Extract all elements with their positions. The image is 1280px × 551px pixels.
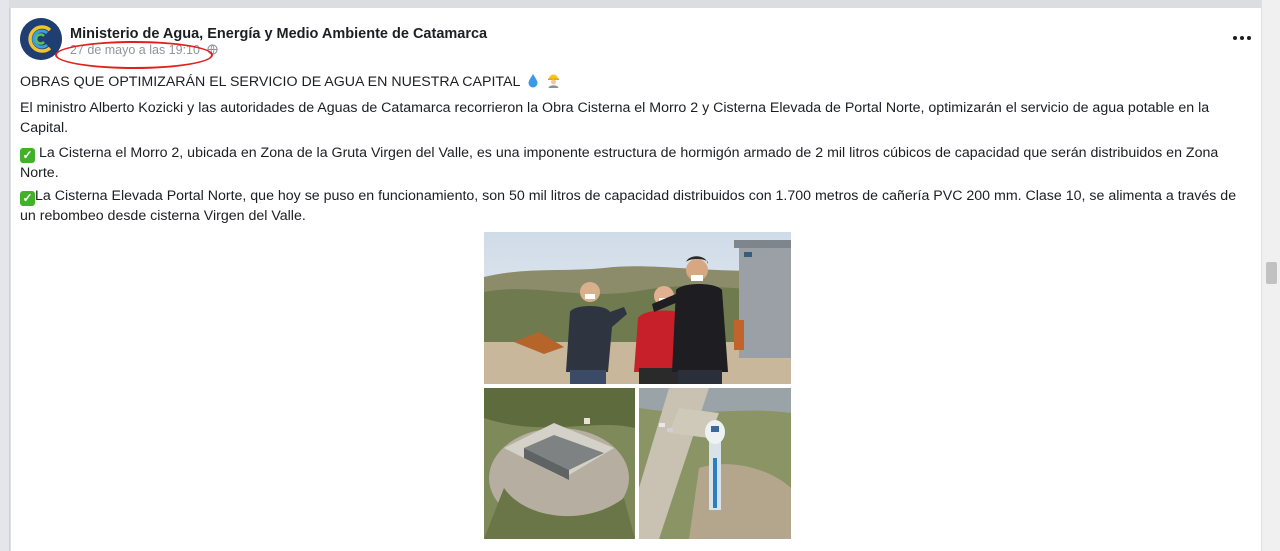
facebook-post-card: Ministerio de Agua, Energía y Medio Ambi… xyxy=(10,8,1262,551)
post-paragraph-2: ✓ La Cisterna el Morro 2, ubicada en Zon… xyxy=(20,143,1245,183)
post-photo-main[interactable] xyxy=(484,232,791,384)
post-paragraph-1: El ministro Alberto Kozicki y las autori… xyxy=(20,100,1210,136)
post-headline: OBRAS QUE OPTIMIZARÁN EL SERVICIO DE AGU… xyxy=(20,72,1245,94)
red-circle-annotation xyxy=(55,41,213,69)
paragraph-3-text: La Cisterna Elevada Portal Norte, que ho… xyxy=(20,188,1237,224)
scrollbar-thumb[interactable] xyxy=(1266,262,1277,284)
more-options-icon xyxy=(1233,36,1237,40)
check-mark-icon: ✓ xyxy=(20,148,35,163)
top-separator xyxy=(9,0,1261,8)
post-paragraph-3: ✓ La Cisterna Elevada Portal Norte, que h… xyxy=(20,186,1245,226)
page-name-link[interactable]: Ministerio de Agua, Energía y Medio Ambi… xyxy=(70,26,487,42)
left-window-edge xyxy=(0,0,10,551)
headline-text: OBRAS QUE OPTIMIZARÁN EL SERVICIO DE AGU… xyxy=(20,74,520,90)
construction-worker-icon xyxy=(546,73,561,94)
more-options-button[interactable] xyxy=(1227,28,1257,48)
post-photo-water-tower[interactable] xyxy=(639,388,791,539)
check-mark-icon: ✓ xyxy=(20,191,35,206)
paragraph-2-text: La Cisterna el Morro 2, ubicada en Zona … xyxy=(20,145,1219,181)
post-photo-aerial-cistern[interactable] xyxy=(484,388,635,539)
droplet-icon xyxy=(527,73,539,94)
vertical-scrollbar[interactable] xyxy=(1261,0,1280,551)
